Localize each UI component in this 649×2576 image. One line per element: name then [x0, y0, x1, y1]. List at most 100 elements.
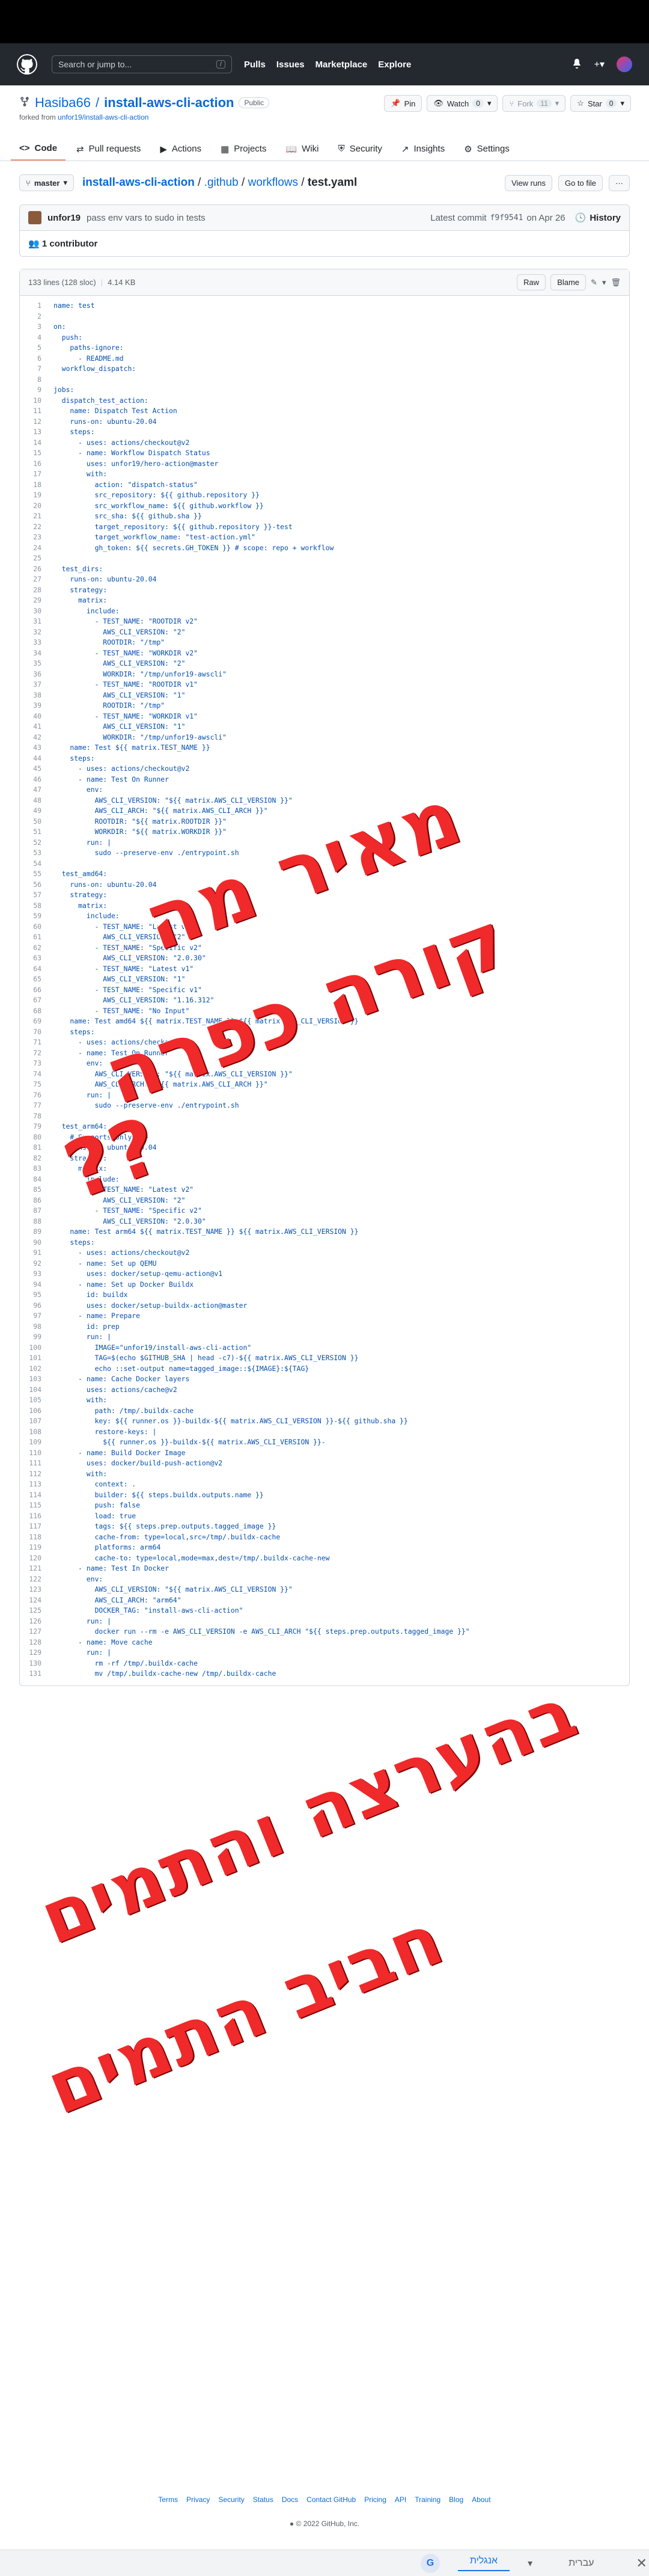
breadcrumb-github[interactable]: .github	[204, 176, 239, 189]
footer-link[interactable]: About	[472, 2495, 490, 2504]
line-number[interactable]: 26	[20, 564, 53, 575]
line-number[interactable]: 60	[20, 922, 53, 933]
line-number[interactable]: 31	[20, 616, 53, 627]
line-number[interactable]: 55	[20, 869, 53, 880]
footer-link[interactable]: Contact GitHub	[306, 2495, 356, 2504]
line-number[interactable]: 36	[20, 669, 53, 680]
tab-actions[interactable]: ▶ Actions	[151, 137, 210, 161]
line-number[interactable]: 20	[20, 501, 53, 512]
line-number[interactable]: 99	[20, 1332, 53, 1343]
line-number[interactable]: 3	[20, 322, 53, 333]
nav-marketplace[interactable]: Marketplace	[315, 60, 368, 70]
footer-link[interactable]: Privacy	[186, 2495, 210, 2504]
line-number[interactable]: 128	[20, 1637, 53, 1648]
line-number[interactable]: 40	[20, 711, 53, 722]
line-number[interactable]: 129	[20, 1648, 53, 1658]
pencil-icon[interactable]: ✎	[591, 278, 597, 287]
nav-issues[interactable]: Issues	[276, 60, 305, 70]
commit-author-avatar[interactable]	[28, 211, 41, 224]
line-number[interactable]: 25	[20, 553, 53, 564]
lang-english[interactable]: אנגלית	[458, 2556, 510, 2571]
line-number[interactable]: 7	[20, 364, 53, 375]
commit-sha[interactable]: f9f9541	[490, 213, 523, 222]
line-number[interactable]: 30	[20, 606, 53, 617]
line-number[interactable]: 100	[20, 1343, 53, 1354]
close-icon[interactable]: ✕	[636, 2556, 647, 2571]
line-number[interactable]: 61	[20, 932, 53, 943]
footer-link[interactable]: Training	[415, 2495, 440, 2504]
fork-button[interactable]: ⑂ Fork 11 ▾	[502, 95, 566, 112]
tab-security[interactable]: ⛨ Security	[329, 137, 390, 161]
line-number[interactable]: 121	[20, 1563, 53, 1574]
line-number[interactable]: 19	[20, 490, 53, 501]
line-number[interactable]: 37	[20, 679, 53, 690]
line-number[interactable]: 72	[20, 1048, 53, 1059]
line-number[interactable]: 2	[20, 311, 53, 322]
create-new-button[interactable]: +▾	[594, 58, 605, 70]
line-number[interactable]: 112	[20, 1469, 53, 1480]
line-number[interactable]: 42	[20, 732, 53, 743]
line-number[interactable]: 44	[20, 753, 53, 764]
line-number[interactable]: 126	[20, 1616, 53, 1627]
line-number[interactable]: 98	[20, 1322, 53, 1332]
line-number[interactable]: 27	[20, 574, 53, 585]
breadcrumb-repo[interactable]: install-aws-cli-action	[82, 176, 195, 189]
line-number[interactable]: 54	[20, 859, 53, 869]
watch-button[interactable]: 👁 Watch 0 ▾	[427, 95, 498, 112]
line-number[interactable]: 131	[20, 1669, 53, 1679]
line-number[interactable]: 115	[20, 1500, 53, 1511]
trash-icon[interactable]: 🗑	[611, 278, 621, 287]
line-number[interactable]: 8	[20, 375, 53, 385]
line-number[interactable]: 39	[20, 701, 53, 711]
line-number[interactable]: 88	[20, 1216, 53, 1227]
line-number[interactable]: 93	[20, 1269, 53, 1280]
translate-icon[interactable]: G	[421, 2553, 440, 2573]
line-number[interactable]: 82	[20, 1153, 53, 1164]
line-number[interactable]: 28	[20, 585, 53, 596]
line-number[interactable]: 21	[20, 511, 53, 522]
line-number[interactable]: 96	[20, 1301, 53, 1311]
line-number[interactable]: 78	[20, 1111, 53, 1122]
pin-button[interactable]: 📌 Pin	[384, 95, 422, 112]
line-number[interactable]: 41	[20, 722, 53, 732]
footer-link[interactable]: Blog	[449, 2495, 463, 2504]
line-number[interactable]: 119	[20, 1542, 53, 1553]
line-number[interactable]: 110	[20, 1448, 53, 1459]
line-number[interactable]: 45	[20, 764, 53, 774]
line-number[interactable]: 113	[20, 1479, 53, 1490]
line-number[interactable]: 89	[20, 1227, 53, 1237]
line-number[interactable]: 5	[20, 343, 53, 354]
line-number[interactable]: 12	[20, 417, 53, 428]
star-button[interactable]: ☆ Star 0 ▾	[570, 95, 631, 112]
line-number[interactable]: 84	[20, 1174, 53, 1185]
line-number[interactable]: 48	[20, 796, 53, 806]
line-number[interactable]: 118	[20, 1532, 53, 1543]
lang-hebrew[interactable]: עברית	[568, 2558, 594, 2569]
line-number[interactable]: 15	[20, 448, 53, 459]
breadcrumb-workflows[interactable]: workflows	[248, 176, 298, 189]
branch-select[interactable]: ⑂ master ▾	[19, 174, 74, 191]
line-number[interactable]: 74	[20, 1069, 53, 1080]
blame-button[interactable]: Blame	[550, 274, 587, 290]
view-runs-button[interactable]: View runs	[505, 174, 552, 191]
line-number[interactable]: 68	[20, 1006, 53, 1017]
line-number[interactable]: 122	[20, 1574, 53, 1585]
line-number[interactable]: 124	[20, 1595, 53, 1606]
line-number[interactable]: 87	[20, 1206, 53, 1216]
line-number[interactable]: 95	[20, 1290, 53, 1301]
chevron-down-icon[interactable]: ▾	[528, 2557, 532, 2569]
chevron-down-icon[interactable]: ▾	[602, 278, 606, 287]
line-number[interactable]: 66	[20, 985, 53, 996]
line-number[interactable]: 69	[20, 1016, 53, 1027]
line-number[interactable]: 24	[20, 543, 53, 554]
tab-wiki[interactable]: 📖 Wiki	[277, 137, 327, 161]
contributors-count[interactable]: 1 contributor	[42, 239, 98, 249]
line-number[interactable]: 13	[20, 427, 53, 438]
line-number[interactable]: 50	[20, 817, 53, 827]
history-link[interactable]: History	[590, 213, 621, 223]
line-number[interactable]: 63	[20, 953, 53, 964]
line-number[interactable]: 51	[20, 827, 53, 838]
line-number[interactable]: 18	[20, 480, 53, 491]
line-number[interactable]: 9	[20, 385, 53, 396]
line-number[interactable]: 102	[20, 1364, 53, 1375]
